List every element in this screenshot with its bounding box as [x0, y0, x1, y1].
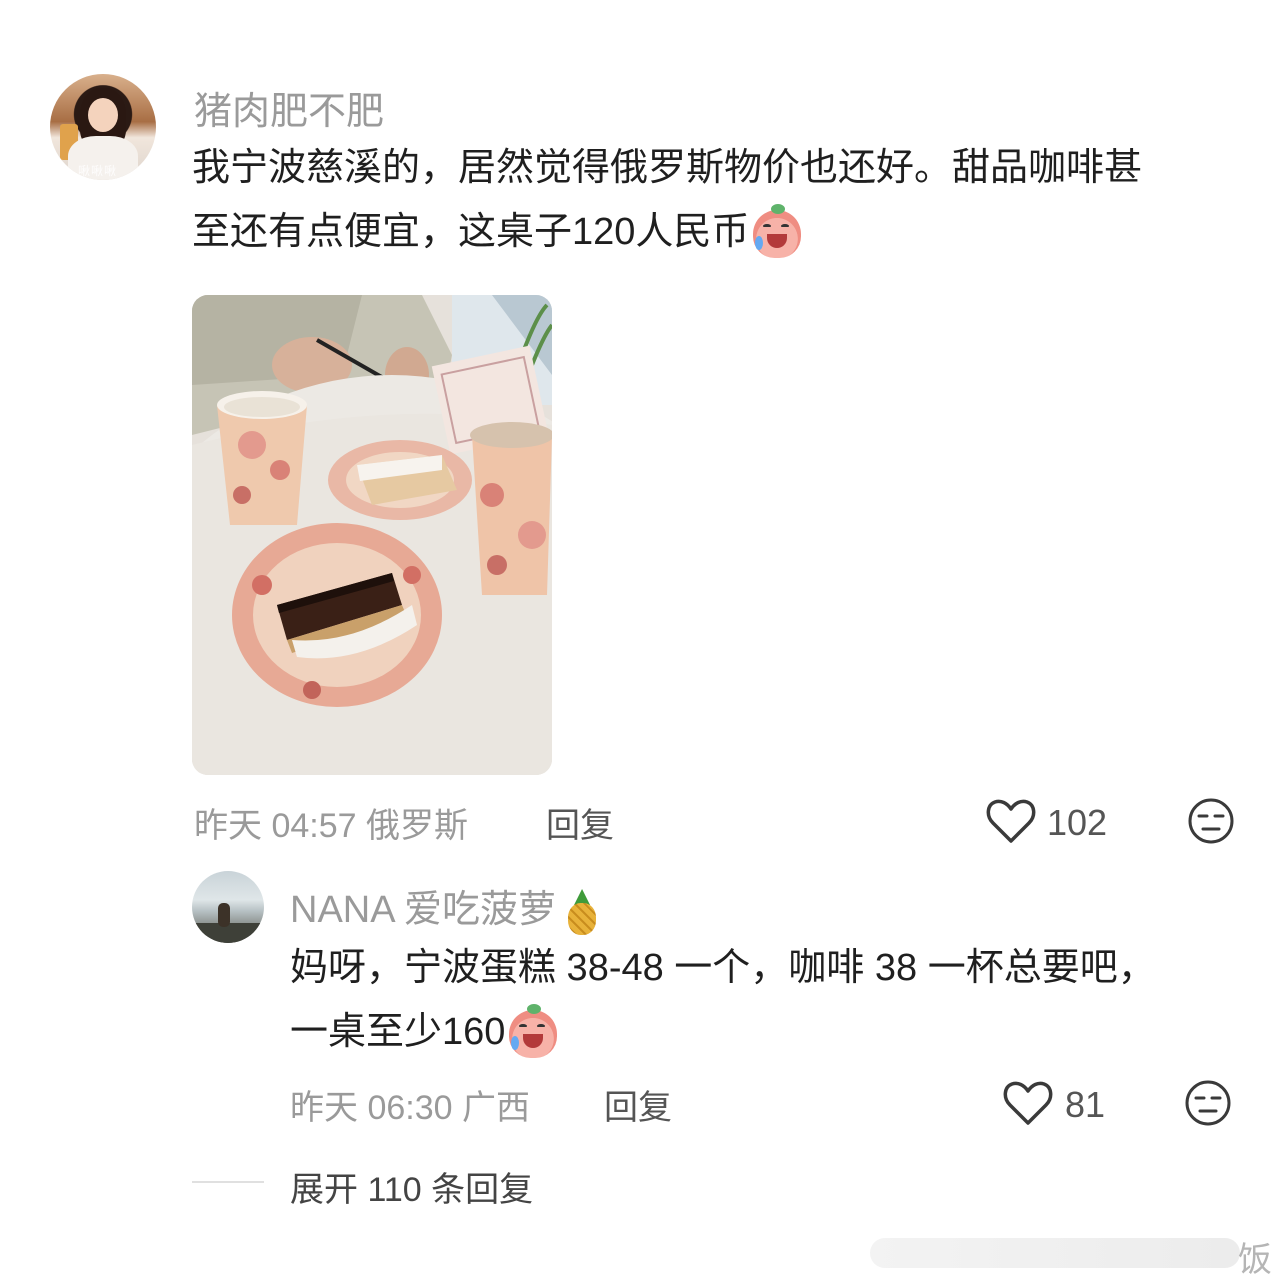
neutral-face-icon[interactable]	[1187, 797, 1235, 845]
comment-text: 我宁波慈溪的，居然觉得俄罗斯物价也还好。甜品咖啡甚 至还有点便宜，这桌子120人…	[192, 136, 1262, 264]
reply-text: 妈呀，宁波蛋糕 38-48 一个，咖啡 38 一杯总要吧， 一桌至少160	[290, 936, 1260, 1064]
comment-text-line2-content: 至还有点便宜，这桌子120人民币	[192, 211, 750, 253]
crying-blob-emoji	[753, 203, 802, 258]
comment-text-line2: 至还有点便宜，这桌子120人民币	[192, 200, 1262, 264]
comment-username[interactable]: 猪肉肥不肥	[194, 80, 384, 135]
reply-text-line2: 一桌至少160	[290, 1000, 1260, 1064]
comment-reply-button[interactable]: 回复	[546, 798, 614, 847]
avatar-face	[88, 98, 118, 132]
reply-text-line2-content: 一桌至少160	[290, 1011, 506, 1053]
bottom-input-bar	[870, 1238, 1240, 1268]
user-avatar[interactable]: 啾啾啾	[50, 74, 156, 180]
reply-reply-button[interactable]: 回复	[604, 1080, 672, 1129]
comment-text-line1: 我宁波慈溪的，居然觉得俄罗斯物价也还好。甜品咖啡甚	[192, 147, 1143, 189]
heart-outline-icon[interactable]	[1002, 1079, 1054, 1127]
reply-meta: 昨天 06:30 广西	[290, 1089, 530, 1127]
avatar-person	[218, 903, 230, 927]
neutral-face-icon[interactable]	[1184, 1079, 1232, 1127]
reply-username[interactable]: NANA 爱吃菠萝	[290, 878, 600, 935]
pineapple-emoji	[564, 889, 600, 935]
crying-blob-emoji	[509, 1003, 558, 1058]
comment-like-count: 102	[1047, 802, 1108, 843]
avatar-watermark: 啾啾啾	[78, 164, 118, 178]
corner-watermark: 饭	[1238, 1241, 1272, 1279]
reply-text-line1: 妈呀，宁波蛋糕 38-48 一个，咖啡 38 一杯总要吧，	[290, 947, 1156, 989]
comment-photo[interactable]	[192, 295, 552, 775]
dessert-coffee-photo	[192, 295, 552, 775]
reply-username-text: NANA 爱吃菠萝	[290, 889, 557, 931]
reply-like-count: 81	[1065, 1084, 1106, 1125]
expand-replies-button[interactable]: 展开 110 条回复	[290, 1162, 533, 1211]
comment-meta: 昨天 04:57 俄罗斯	[194, 807, 468, 845]
expand-divider	[192, 1181, 264, 1183]
heart-outline-icon[interactable]	[985, 797, 1037, 845]
reply-user-avatar[interactable]	[192, 871, 264, 943]
